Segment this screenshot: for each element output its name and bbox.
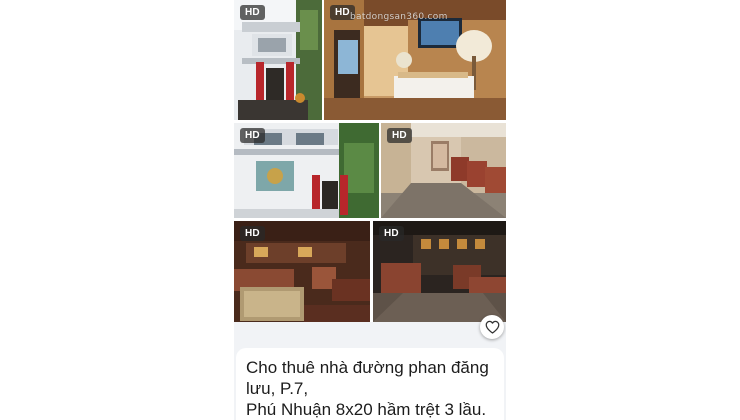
photo-basement-lounge[interactable]: HD (373, 221, 506, 322)
hd-badge: HD (379, 226, 404, 241)
listing-title: Cho thuê nhà đường phan đăng lưu, P.7, P… (246, 357, 498, 420)
favorite-button[interactable] (480, 315, 504, 339)
hd-badge: HD (240, 5, 265, 20)
listing-description[interactable]: Cho thuê nhà đường phan đăng lưu, P.7, P… (236, 348, 504, 420)
photo-reception-hall[interactable]: HD batdongsan360.com (324, 0, 506, 120)
photo-house-exterior[interactable]: HD (234, 0, 322, 120)
photo-lounge-room[interactable]: HD (234, 221, 370, 322)
photo-house-facade[interactable]: HD (234, 123, 379, 218)
hd-badge: HD (240, 128, 265, 143)
hd-badge: HD (240, 226, 265, 241)
photo-grid: HD HD batdongsan360.com HD HD HD HD (234, 0, 506, 322)
hd-badge: HD (387, 128, 412, 143)
watermark: batdongsan360.com (350, 12, 448, 22)
description-line: Cho thuê nhà đường phan đăng (246, 358, 489, 377)
heart-outline-icon (485, 320, 499, 334)
photo-corridor-seating[interactable]: HD (381, 123, 506, 218)
description-line: Phú Nhuận 8x20 hầm trệt 3 lầu. (246, 400, 487, 419)
description-line: lưu, P.7, (246, 379, 309, 398)
listing-card[interactable]: HD HD batdongsan360.com HD HD HD HD Cho … (234, 0, 506, 420)
